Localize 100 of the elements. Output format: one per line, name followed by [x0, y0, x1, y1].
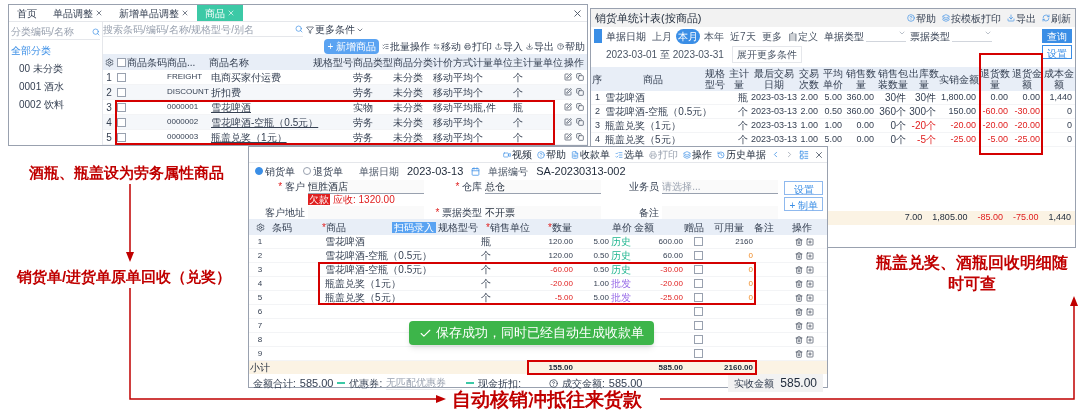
table-cell-text: 0000002 — [167, 116, 200, 128]
table-row[interactable]: 1 FREIGHT 电商买家付运费 劳务 未分类 移动平均个 个 — [103, 70, 587, 85]
toolbar-button[interactable]: 导出 — [526, 38, 554, 54]
tree-item[interactable]: 00 未分类 — [11, 61, 100, 76]
settings-button[interactable]: 设置 — [784, 181, 823, 195]
toolbar-button[interactable]: 视频 — [503, 147, 532, 162]
input-field[interactable]: 不开票 — [485, 205, 602, 220]
table-cell-text: 2023-03-13 — [751, 118, 797, 132]
toolbar-button[interactable]: 打印 — [464, 38, 492, 54]
filter-label: 票据类型 — [909, 30, 950, 44]
table-cell-text: 155.00 — [547, 361, 573, 374]
toolbar-button[interactable]: 帮助 — [907, 10, 936, 26]
more-conditions-button[interactable]: 展开更多条件 — [731, 46, 802, 63]
add-button[interactable]: + 制单 — [784, 197, 823, 211]
toolbar-button[interactable]: 导入 — [495, 38, 523, 54]
toolbar-button[interactable]: 操作 — [683, 147, 712, 162]
table-cell-text: -20.00 — [949, 118, 977, 132]
date-chip[interactable]: 本年 — [702, 29, 726, 44]
table-cell-text: 瓶 — [737, 91, 749, 105]
toolbar-button[interactable]: 帮助 — [557, 38, 585, 54]
document-number: SA-20230313-002 — [536, 163, 626, 179]
tab[interactable]: 首页 — [9, 5, 45, 21]
tab[interactable]: 单品调整 — [45, 5, 111, 21]
table-cell-text: 移动平均 — [433, 130, 473, 145]
radio-option[interactable]: 退货单 — [303, 163, 343, 179]
date-chip[interactable]: 更多 — [759, 29, 784, 44]
table-row[interactable]: 4 0000002 雪花啤酒-空瓶（0.5元） 劳务 未分类 移动平均个 个 — [103, 115, 587, 130]
product-link: 雪花啤酒-空瓶（0.5元） — [210, 115, 313, 130]
filter-label: 单据类型 — [823, 30, 864, 44]
tree-item[interactable]: 全部分类 — [11, 43, 100, 58]
table-cell-text: 个 — [513, 115, 524, 130]
toolbar-button[interactable]: 移动 — [433, 38, 461, 54]
table-cell-text: 未分类 — [393, 85, 424, 100]
price-source-link[interactable]: 批发 — [611, 292, 631, 303]
table-cell-text: -20个 — [910, 119, 937, 133]
table-cell-text: -25.00 — [1013, 132, 1041, 146]
table-cell-text: -20.00 — [1013, 118, 1041, 132]
table-cell-text: 2160 — [734, 237, 753, 246]
column-header: 条码 — [272, 220, 292, 235]
radio-option[interactable]: 销货单 — [255, 163, 295, 179]
coupon-field[interactable]: 无匹配优惠券 — [386, 376, 463, 390]
column-header: 销售数量 — [845, 68, 877, 90]
toolbar-button[interactable]: 刷新 — [1042, 10, 1071, 26]
table-cell-text: 9 — [256, 349, 264, 358]
table-cell-text: -60.00 — [981, 104, 1009, 118]
tree-item[interactable]: 0002 饮料 — [11, 97, 100, 112]
field-label: * 客户 — [277, 180, 305, 194]
table-row[interactable]: 2 DISCOUNT 折扣费 劳务 未分类 移动平均个 个 — [103, 85, 587, 100]
category-search-field[interactable]: 分类编码/名称 — [11, 24, 100, 40]
date-chip[interactable]: 自定义 — [785, 29, 820, 44]
table-cell-text: 2160.00 — [723, 361, 753, 374]
filter-button[interactable]: 更多条件 — [306, 22, 364, 38]
date-field[interactable]: 2023-03-13 — [407, 162, 464, 180]
total-value: -75.00 — [1012, 211, 1039, 225]
toolbar-button[interactable]: 按模板打印 — [942, 10, 1001, 26]
input-field[interactable]: 恒胜酒店 — [308, 179, 425, 194]
total-label: 金额合计: — [253, 376, 296, 391]
date-chip[interactable]: 上月 — [650, 29, 674, 44]
date-chip[interactable]: 近7天 — [728, 29, 758, 44]
tab[interactable]: 新增单品调整 — [111, 5, 197, 21]
table-cell-text: 1,440 — [1048, 90, 1073, 104]
toolbar-button[interactable]: 批量操作 — [382, 38, 430, 54]
toolbar-button[interactable]: 历史单据 — [717, 147, 766, 162]
deal-amount: 585.00 — [608, 375, 643, 390]
field-label: 单据日期 — [359, 164, 399, 179]
table-cell-text: -20.00 — [981, 118, 1009, 132]
column-header: 商品类型 — [353, 55, 393, 70]
search-field[interactable]: 搜索条码/编码/名称/规格型号/别名 — [103, 22, 303, 38]
toolbar-button[interactable]: 收款单 — [571, 147, 610, 162]
table-cell-text: 个 — [473, 70, 484, 85]
table-cell-text: 个 — [737, 105, 749, 119]
tree-item[interactable]: 0001 酒水 — [11, 79, 100, 94]
price-source-link[interactable]: 批发 — [611, 278, 631, 289]
table-cell: 5.00 — [593, 237, 609, 246]
table-cell-text: -5.00 — [986, 132, 1009, 146]
column-header: 交易次数 — [798, 68, 820, 90]
table-cell-text: 未分类 — [393, 100, 424, 115]
table-cell-text: -5.00 — [553, 293, 573, 302]
table-cell-text: 0 — [747, 293, 753, 302]
column-header: 平均单价 — [822, 68, 844, 90]
column-header: 赠品 — [684, 220, 704, 235]
table-cell-text: 4 — [105, 115, 113, 130]
toolbar-button[interactable]: 导出 — [1007, 10, 1036, 26]
table-cell-text: 585.00 — [657, 361, 683, 374]
table-cell-text: 未分类 — [393, 70, 424, 85]
table-cell-text: 360.00 — [845, 104, 875, 118]
table-cell-text: 0.00 — [1021, 90, 1041, 104]
column-header: *数量 — [548, 220, 572, 235]
column-header: *商品 — [322, 220, 346, 235]
input-field[interactable]: 请选择... — [662, 179, 779, 194]
settings-button[interactable]: 设置 — [1042, 45, 1072, 59]
table-cell-text: -60.00 — [549, 265, 573, 274]
table-cell-text: 个 — [473, 130, 484, 145]
toolbar-button[interactable]: 选单 — [615, 147, 644, 162]
input-field[interactable]: 总仓 — [485, 179, 602, 194]
table-cell-text: 5.00 — [823, 132, 843, 146]
debt-badge: 欠款 — [308, 194, 330, 205]
column-header: 退货金额 — [1011, 68, 1043, 90]
table-cell-text: 30件 — [883, 91, 907, 105]
toolbar-button[interactable]: 帮助 — [537, 147, 566, 162]
